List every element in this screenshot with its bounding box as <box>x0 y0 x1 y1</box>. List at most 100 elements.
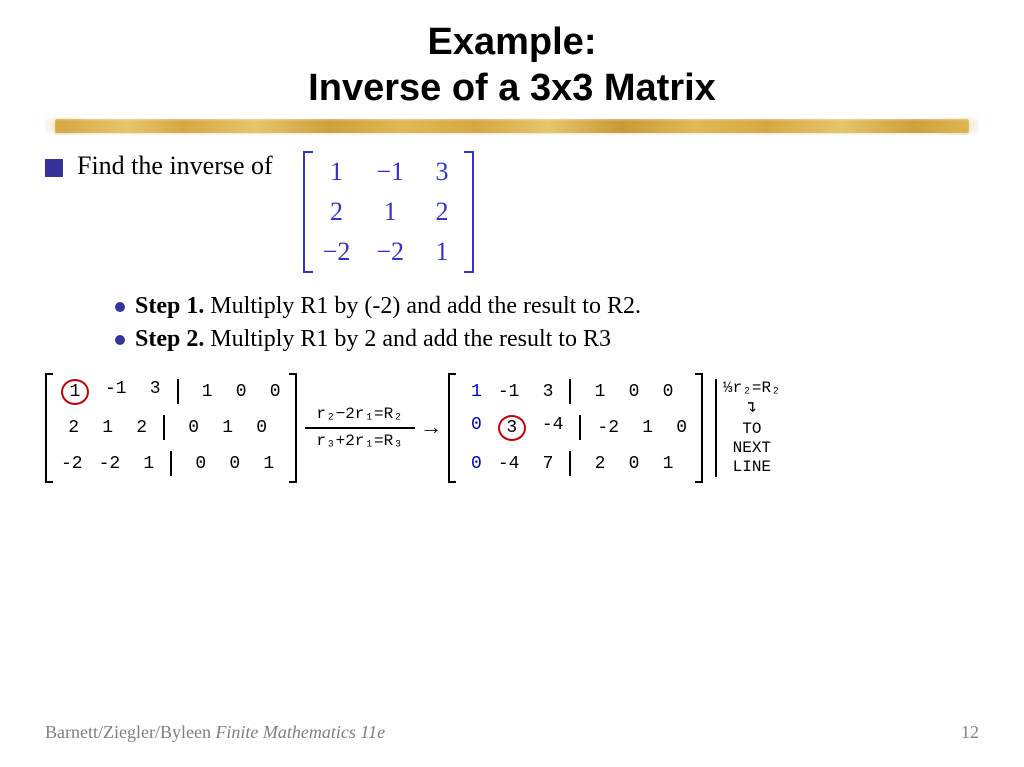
aug-divider <box>163 415 165 440</box>
cell-val: 1 <box>195 382 213 402</box>
cell-val: 0 <box>464 454 482 474</box>
cell-val: 0 <box>222 454 240 474</box>
bracket-left-icon <box>45 373 53 483</box>
matrix-cell: 1 <box>430 237 454 267</box>
bracket-left-icon <box>303 151 313 273</box>
pivot-circled: 3 <box>498 415 526 441</box>
cell-val: 0 <box>655 382 673 402</box>
cell-val: -2 <box>61 454 83 474</box>
cell-val: 0 <box>181 418 199 438</box>
cell-val: 7 <box>535 454 553 474</box>
row-ops-1: r₂−2r₁=R₂ r₃+2r₁=R₃ <box>305 404 415 452</box>
cell-val: 3 <box>535 382 553 402</box>
page-number: 12 <box>961 722 979 743</box>
step-list: Step 1. Multiply R1 by (-2) and add the … <box>115 293 979 353</box>
cell-val: 0 <box>229 382 247 402</box>
augmented-matrix-2: 1 -1 3 1 0 0 0 3 -4 <box>448 373 703 483</box>
cell-val: -2 <box>597 418 619 438</box>
cell-val: -4 <box>542 415 564 441</box>
table-row: 2 1 2 0 1 0 <box>61 415 281 441</box>
table-row: 1 -1 3 1 0 0 <box>464 379 687 405</box>
aug-divider <box>177 379 179 404</box>
op-top: r₂−2r₁=R₂ <box>316 404 402 425</box>
intro-bullet: Find the inverse of 1 −1 3 2 1 2 −2 −2 1 <box>45 151 979 273</box>
step-1-text: Step 1. Multiply R1 by (-2) and add the … <box>135 293 641 320</box>
aug-divider <box>569 451 571 476</box>
intro-text: Find the inverse of <box>77 151 273 181</box>
cell-val: 0 <box>249 418 267 438</box>
bracket-left-icon <box>448 373 456 483</box>
cell-val: -2 <box>99 454 121 474</box>
step1-label: Step 1. <box>135 293 204 319</box>
next-label: NEXT <box>733 439 771 458</box>
cell-val: 0 <box>669 418 687 438</box>
cell-val: -1 <box>498 382 520 402</box>
to-label: TO <box>742 420 761 439</box>
fraction-rule <box>305 427 415 429</box>
matrix-cell: 1 <box>323 157 351 187</box>
cell-val: 0 <box>621 454 639 474</box>
cell-val: 1 <box>635 418 653 438</box>
bracket-right-icon <box>289 373 297 483</box>
input-matrix: 1 −1 3 2 1 2 −2 −2 1 <box>303 151 474 273</box>
intro-content: Find the inverse of 1 −1 3 2 1 2 −2 −2 1 <box>77 151 474 273</box>
title-line-2: Inverse of a 3x3 Matrix <box>308 67 716 109</box>
step-2-text: Step 2. Multiply R1 by 2 and add the res… <box>135 326 611 353</box>
cell-val: -1 <box>105 379 127 405</box>
augmented-matrix-1: 1 -1 3 1 0 0 2 1 2 <box>45 373 297 483</box>
bracket-right-icon <box>695 373 703 483</box>
step1-body: Multiply R1 by (-2) and add the result t… <box>204 293 641 319</box>
cell-val: 3 <box>143 379 161 405</box>
line-label: LINE <box>733 458 771 477</box>
matrix-cell: −2 <box>323 237 351 267</box>
dot-bullet-icon <box>115 302 125 312</box>
continue-annotation: ⅓r₂=R₂ ↴ TO NEXT LINE <box>715 379 781 477</box>
table-row: -2 -2 1 0 0 1 <box>61 451 281 477</box>
cell-val: 2 <box>61 418 79 438</box>
footer-book: Finite Mathematics 11e <box>215 722 385 742</box>
cell-val: 0 <box>188 454 206 474</box>
step-2: Step 2. Multiply R1 by 2 and add the res… <box>115 326 979 353</box>
cell-val: 1 <box>70 382 81 402</box>
matrix-cell: 2 <box>430 197 454 227</box>
matrix-cell: 1 <box>376 197 404 227</box>
aug2-grid: 1 -1 3 1 0 0 0 3 -4 <box>456 373 695 483</box>
dot-bullet-icon <box>115 335 125 345</box>
slide: Example: Inverse of a 3x3 Matrix Find th… <box>0 0 1024 767</box>
slide-footer: Barnett/Ziegler/Byleen Finite Mathematic… <box>45 722 979 743</box>
aug-divider <box>569 379 571 404</box>
pivot-circled: 1 <box>61 379 89 405</box>
aug-divider <box>579 415 581 440</box>
aug1-grid: 1 -1 3 1 0 0 2 1 2 <box>53 373 289 483</box>
cell-val: -4 <box>498 454 520 474</box>
footer-authors: Barnett/Ziegler/Byleen <box>45 722 215 742</box>
cell-val: 1 <box>256 454 274 474</box>
slide-title: Example: Inverse of a 3x3 Matrix <box>45 20 979 111</box>
step-1: Step 1. Multiply R1 by (-2) and add the … <box>115 293 979 320</box>
matrix-cell: 3 <box>430 157 454 187</box>
cell-val: 3 <box>506 418 517 438</box>
cell-val: 1 <box>215 418 233 438</box>
cell-val: 2 <box>587 454 605 474</box>
title-line-1: Example: <box>428 21 597 63</box>
table-row: 1 -1 3 1 0 0 <box>61 379 281 405</box>
bracket-right-icon <box>464 151 474 273</box>
arrow-down-icon: ↴ <box>746 398 757 420</box>
op-next: ⅓r₂=R₂ <box>723 379 781 398</box>
cell-val: 1 <box>464 382 482 402</box>
row-reduction-work: 1 -1 3 1 0 0 2 1 2 <box>45 373 979 483</box>
step2-body: Multiply R1 by 2 and add the result to R… <box>204 326 611 352</box>
matrix-grid: 1 −1 3 2 1 2 −2 −2 1 <box>313 151 464 273</box>
op-bot: r₃+2r₁=R₃ <box>316 431 402 452</box>
arrow-right-icon: → <box>425 416 438 441</box>
cell-val: 0 <box>621 382 639 402</box>
footer-left: Barnett/Ziegler/Byleen Finite Mathematic… <box>45 722 385 743</box>
cell-val: 2 <box>129 418 147 438</box>
cell-val: 0 <box>464 415 482 441</box>
square-bullet-icon <box>45 159 63 177</box>
cell-val: 0 <box>263 382 281 402</box>
table-row: 0 3 -4 -2 1 0 <box>464 415 687 441</box>
step2-label: Step 2. <box>135 326 204 352</box>
table-row: 0 -4 7 2 0 1 <box>464 451 687 477</box>
cell-val: 1 <box>95 418 113 438</box>
